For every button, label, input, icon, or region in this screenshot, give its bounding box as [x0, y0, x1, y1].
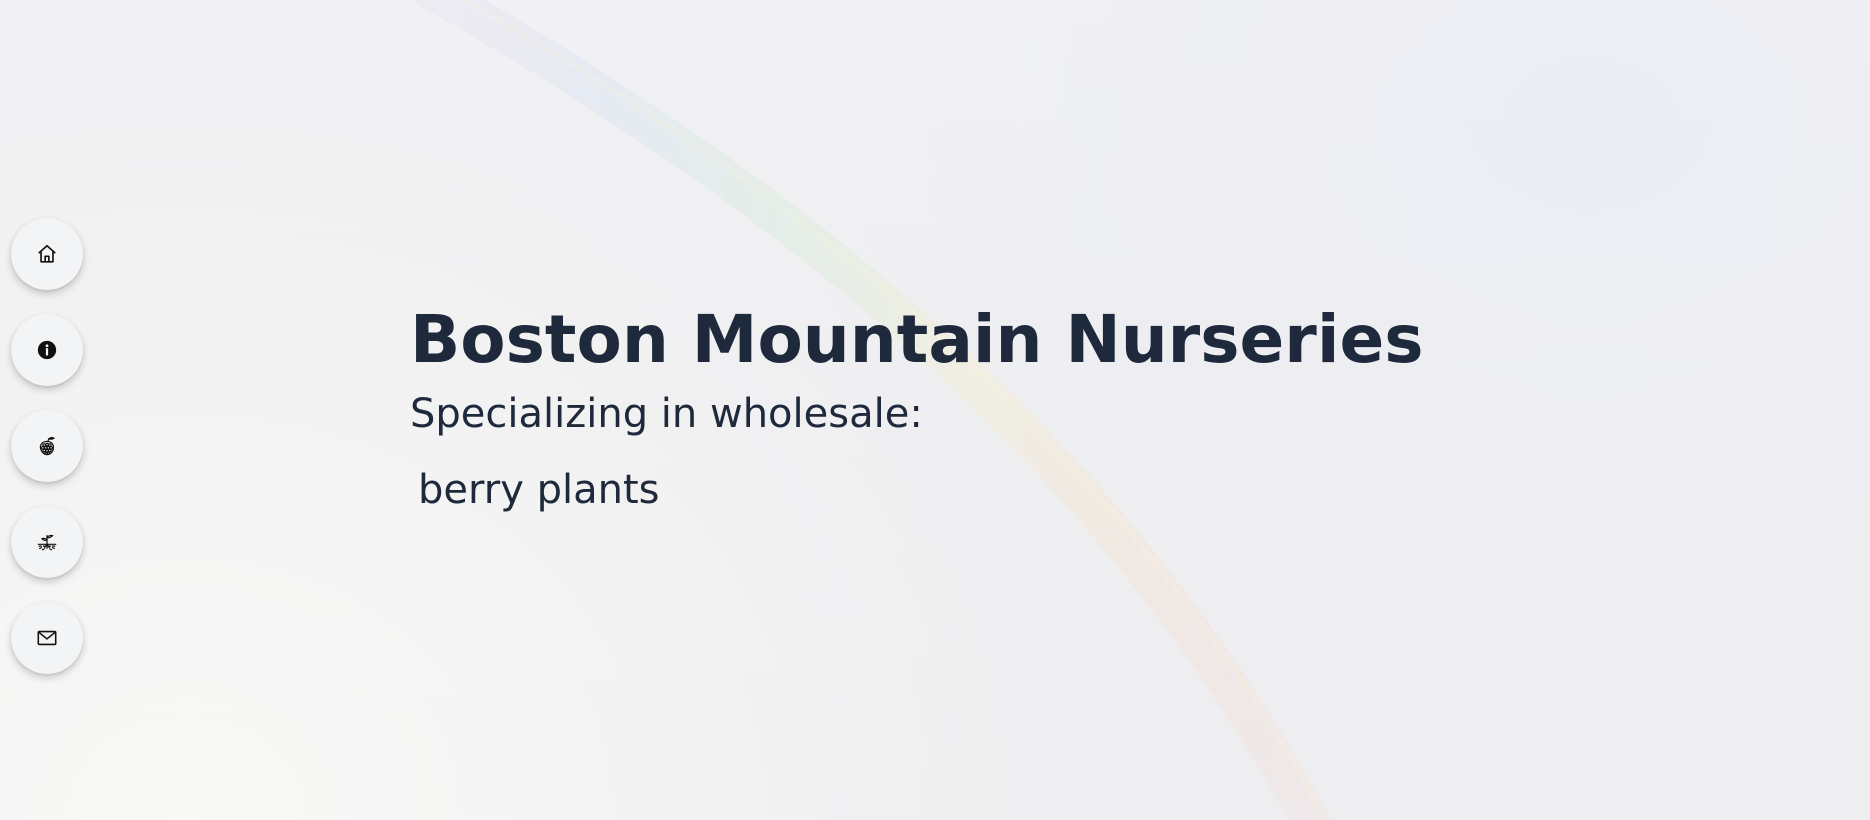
berry-icon — [39, 436, 55, 456]
side-navigation — [11, 218, 83, 674]
seedling-icon — [37, 534, 57, 551]
mail-icon — [37, 630, 57, 646]
nav-plants-button[interactable] — [11, 506, 83, 578]
hero-section: Boston Mountain Nurseries Specializing i… — [410, 298, 1424, 516]
nav-home-button[interactable] — [11, 218, 83, 290]
hero-rotating-text: berry plants — [418, 467, 660, 513]
hero-subtitle: Specializing in wholesale: — [410, 391, 923, 437]
page-title: Boston Mountain Nurseries — [410, 301, 1424, 378]
nav-contact-button[interactable] — [11, 602, 83, 674]
home-icon — [38, 244, 56, 263]
nav-about-button[interactable] — [11, 314, 83, 386]
info-icon — [37, 340, 57, 360]
nav-berries-button[interactable] — [11, 410, 83, 482]
